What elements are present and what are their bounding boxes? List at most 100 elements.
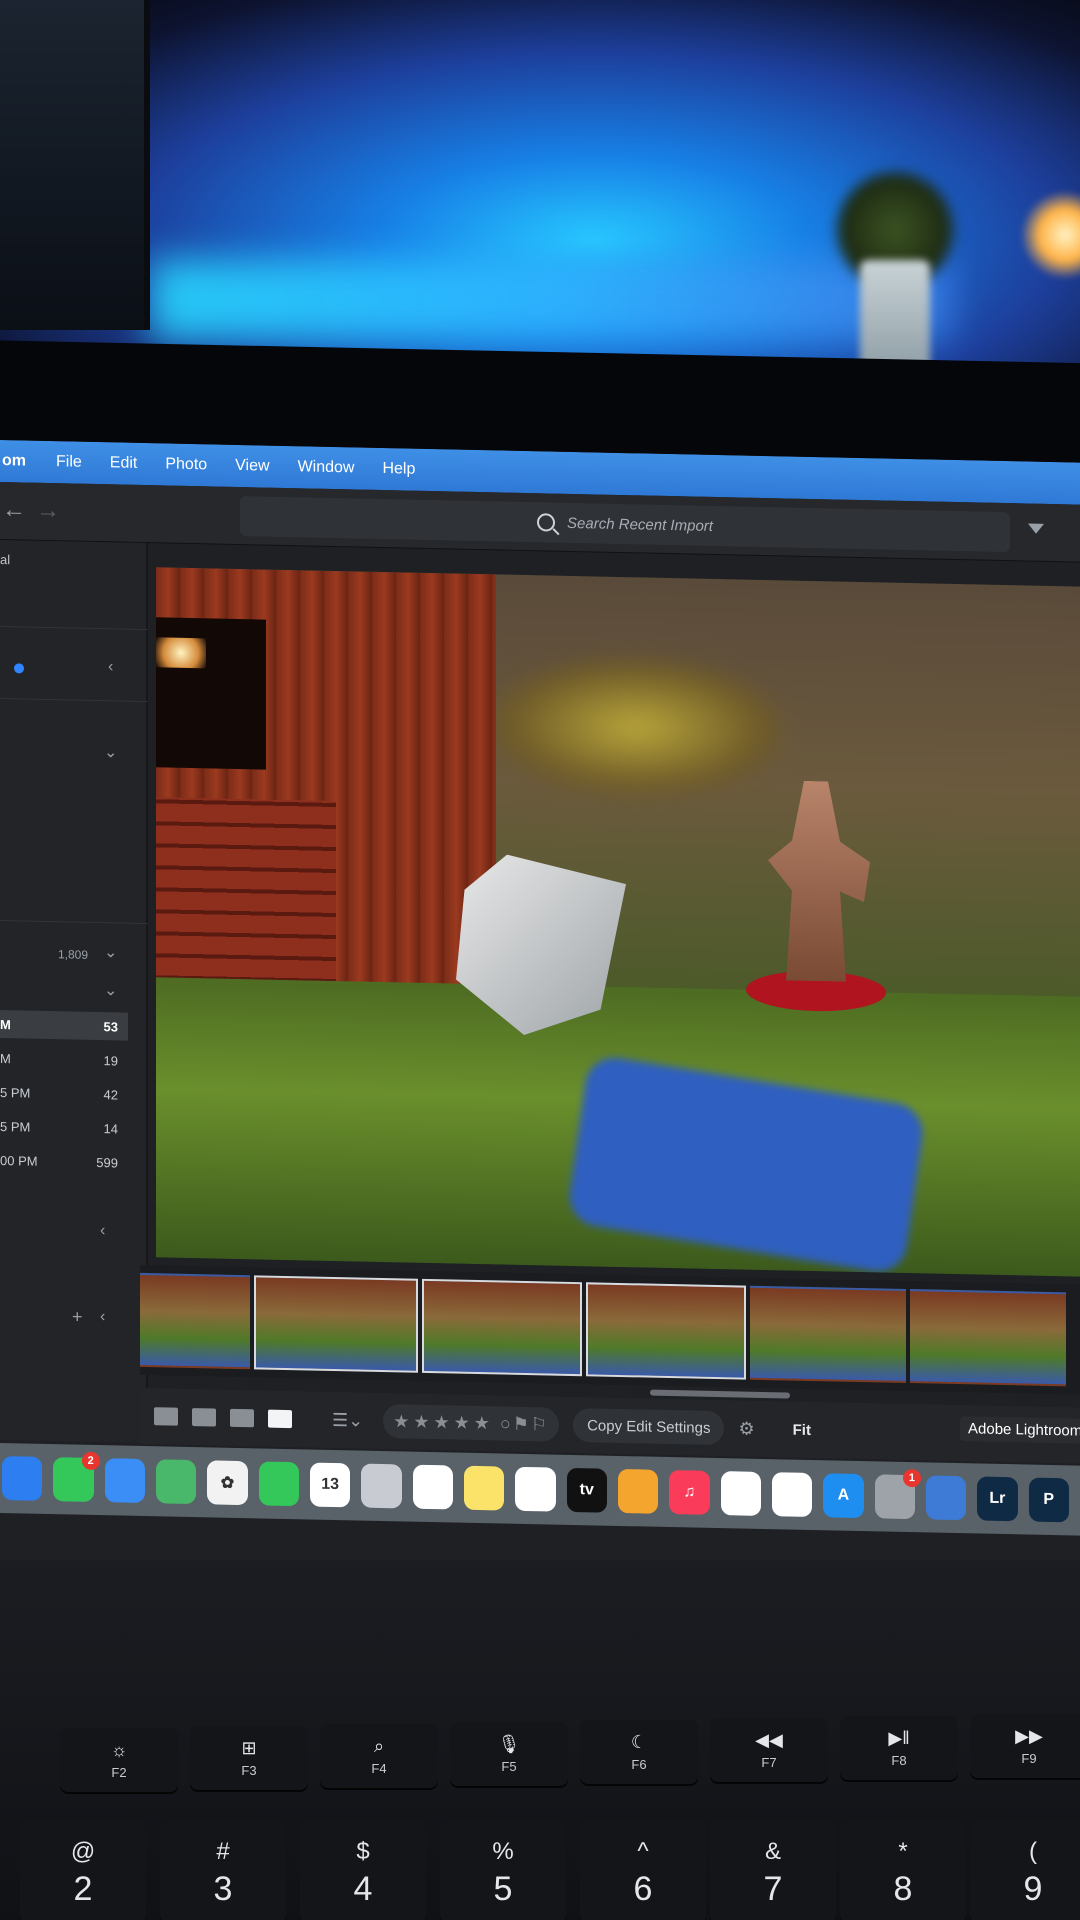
news-icon[interactable] <box>720 1471 761 1516</box>
number-key[interactable]: % 5 <box>440 1820 566 1920</box>
number-key[interactable]: * 8 <box>840 1820 966 1920</box>
list-item[interactable]: 5 PM 42 <box>0 1078 128 1109</box>
list-item[interactable]: M 53 <box>0 1010 128 1041</box>
grid-view-icon[interactable] <box>154 1407 178 1426</box>
key-number: 6 <box>633 1870 653 1908</box>
photoshop-glyph: P <box>1043 1490 1055 1509</box>
mail-icon[interactable] <box>104 1458 145 1504</box>
list-item-time: M <box>0 1050 11 1066</box>
gear-icon[interactable]: ⚙ <box>738 1418 754 1439</box>
facetime-icon[interactable] <box>258 1461 299 1507</box>
books-icon[interactable] <box>617 1468 659 1514</box>
files-icon[interactable] <box>925 1475 967 1521</box>
function-key[interactable]: ☾ F6 <box>580 1720 698 1784</box>
copy-edit-settings-button[interactable]: Copy Edit Settings <box>573 1408 725 1446</box>
warrior-miniature <box>756 780 876 983</box>
list-item-count: 19 <box>103 1052 118 1068</box>
safari-icon[interactable] <box>771 1472 813 1518</box>
chevron-down-icon[interactable]: ⌄ <box>104 980 117 1000</box>
filmstrip-thumbnail[interactable] <box>140 1272 250 1370</box>
background-monitor <box>0 0 150 330</box>
filter-icon[interactable] <box>1028 523 1044 534</box>
number-key[interactable]: & 7 <box>710 1820 836 1920</box>
number-key[interactable]: $4 <box>300 1820 426 1920</box>
key-label: F7 <box>761 1755 777 1770</box>
notes-icon[interactable] <box>463 1465 505 1511</box>
add-icon[interactable]: + <box>72 1307 83 1328</box>
laptop-screen: om File Edit Photo View Window Help ← → … <box>0 440 1080 1583</box>
search-input[interactable]: Search Recent Import <box>240 496 1010 553</box>
menu-photo[interactable]: Photo <box>165 455 207 474</box>
filmstrip-thumbnail[interactable] <box>254 1275 418 1373</box>
finder-icon[interactable] <box>2 1456 43 1501</box>
calendar-icon[interactable]: 13 <box>309 1462 351 1508</box>
freeform-icon[interactable] <box>515 1466 556 1512</box>
list-item-time: 5 PM <box>0 1118 31 1135</box>
brick-wall <box>156 797 336 1002</box>
number-key[interactable]: ^ 6 <box>580 1820 706 1920</box>
compare-view-icon[interactable] <box>230 1408 254 1428</box>
key-label: F3 <box>241 1763 257 1778</box>
key-shift-symbol: % <box>492 1838 514 1865</box>
function-key[interactable]: ▶‖ F8 <box>840 1716 958 1780</box>
list-item[interactable]: 00 PM 599 <box>0 1146 128 1177</box>
number-key[interactable]: (9 <box>970 1820 1080 1920</box>
filmstrip-scrollbar[interactable] <box>650 1389 790 1399</box>
detail-view-icon[interactable] <box>268 1409 292 1429</box>
status-dot <box>14 663 24 674</box>
collapse-chevron-icon[interactable]: ‹ <box>100 1308 105 1326</box>
search-placeholder: Search Recent Import <box>567 514 713 535</box>
filmstrip-thumbnail[interactable] <box>910 1289 1066 1387</box>
menu-help[interactable]: Help <box>382 460 415 479</box>
filmstrip <box>140 1264 1080 1395</box>
function-key[interactable]: 🎙 F5 <box>450 1722 568 1786</box>
key-symbol: ⊞ <box>241 1738 257 1758</box>
main-photo[interactable] <box>156 567 1080 1277</box>
flag-icons[interactable]: ○⚑⚐ <box>500 1413 549 1435</box>
star-icons[interactable]: ★★★★★ <box>393 1411 494 1434</box>
square-grid-view-icon[interactable] <box>192 1408 216 1427</box>
settings-icon[interactable]: 1 <box>874 1468 921 1520</box>
menu-window[interactable]: Window <box>298 458 355 477</box>
collapse-chevron-icon[interactable]: ‹ <box>100 1222 105 1240</box>
divider <box>0 698 148 703</box>
music-icon[interactable]: ♫ <box>669 1470 710 1515</box>
back-arrow-icon[interactable]: ← <box>2 496 26 525</box>
rating-stars[interactable]: ★★★★★ ○⚑⚐ <box>383 1404 560 1442</box>
doorway-light <box>156 637 206 669</box>
menu-file[interactable]: File <box>56 453 82 472</box>
menu-view[interactable]: View <box>235 457 269 476</box>
menu-edit[interactable]: Edit <box>110 454 138 473</box>
function-key[interactable]: ⌕ F4 <box>320 1724 438 1788</box>
chevron-down-icon[interactable]: ⌄ <box>104 942 117 962</box>
filmstrip-thumbnail[interactable] <box>422 1278 582 1377</box>
chevron-down-icon[interactable]: ⌄ <box>104 742 117 762</box>
number-key[interactable]: @2 <box>20 1820 146 1920</box>
filmstrip-thumbnail[interactable] <box>750 1285 906 1383</box>
filmstrip-thumbnail[interactable] <box>586 1282 746 1380</box>
messages-icon[interactable]: 2 <box>53 1451 100 1502</box>
function-key[interactable]: ▶▶ F9 <box>970 1714 1080 1778</box>
reminders-icon[interactable] <box>412 1464 453 1510</box>
list-item[interactable]: 5 PM 14 <box>0 1112 128 1143</box>
list-item-count: 14 <box>103 1120 118 1136</box>
function-key[interactable]: ☼ F2 <box>60 1728 178 1792</box>
tv-icon[interactable]: tv <box>566 1467 607 1513</box>
photos-icon[interactable]: ✿ <box>207 1460 248 1506</box>
fit-zoom-button[interactable]: Fit <box>793 1421 811 1438</box>
sort-icon[interactable]: ☰⌄ <box>332 1409 363 1431</box>
menu-app-name[interactable]: om <box>2 452 26 471</box>
contacts-icon[interactable] <box>361 1463 402 1509</box>
number-key[interactable]: #3 <box>160 1820 286 1920</box>
function-key[interactable]: ◀◀ F7 <box>710 1718 828 1782</box>
appstore-icon[interactable]: A <box>823 1473 864 1519</box>
appstore-glyph: A <box>837 1486 850 1504</box>
list-item[interactable]: M 19 <box>0 1044 128 1075</box>
lightroom-icon[interactable]: Lr <box>977 1476 1018 1522</box>
function-key[interactable]: ⊞ F3 <box>190 1726 308 1790</box>
collapse-chevron-icon[interactable]: ‹ <box>108 658 113 676</box>
key-number: 5 <box>493 1870 513 1908</box>
maps-icon[interactable] <box>155 1459 197 1505</box>
forward-arrow-icon[interactable]: → <box>36 497 60 526</box>
photoshop-icon[interactable]: P <box>1028 1477 1069 1523</box>
